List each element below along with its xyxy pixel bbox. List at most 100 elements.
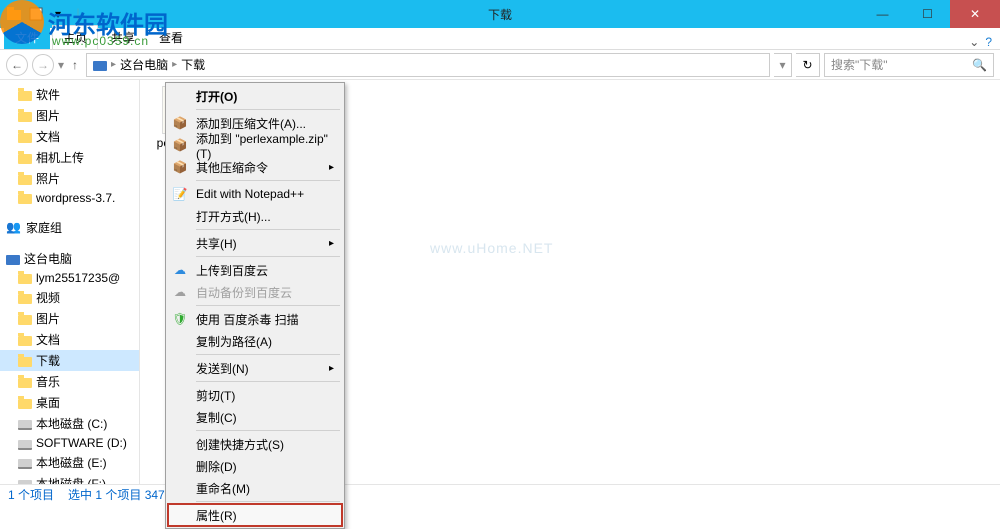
cloud-upload-icon: ☁ <box>172 262 188 278</box>
nav-tree[interactable]: 软件图片文档相机上传照片wordpress-3.7. 👥家庭组 这台电脑 lym… <box>0 80 140 484</box>
folder-icon <box>18 336 32 346</box>
tree-item[interactable]: 桌面 <box>0 392 139 413</box>
homegroup-icon: 👥 <box>6 220 22 236</box>
archive-icon: 📦 <box>172 159 188 175</box>
menu-delete[interactable]: 删除(D) <box>168 455 342 477</box>
tree-item[interactable]: 音乐 <box>0 371 139 392</box>
breadcrumb-pc-icon <box>93 61 107 71</box>
menu-copy[interactable]: 复制(C) <box>168 406 342 428</box>
folder-icon <box>18 294 32 304</box>
tree-item[interactable]: 本地磁盘 (F:) <box>0 473 139 484</box>
nav-recent-icon[interactable]: ▾ <box>58 58 64 72</box>
menu-cut[interactable]: 剪切(T) <box>168 384 342 406</box>
folder-icon <box>18 399 32 409</box>
menu-copy-path[interactable]: 复制为路径(A) <box>168 330 342 352</box>
tree-item[interactable]: 本地磁盘 (E:) <box>0 452 139 473</box>
app-icon <box>6 6 22 22</box>
qat-separator: ｜ <box>72 6 84 23</box>
pc-icon <box>6 255 20 265</box>
tree-item[interactable]: 本地磁盘 (C:) <box>0 413 139 434</box>
cloud-sync-icon: ☁ <box>172 284 188 300</box>
folder-icon <box>18 175 32 185</box>
window-title: 下载 <box>488 6 512 23</box>
tab-share[interactable]: 共享 <box>100 25 146 49</box>
nav-back-button[interactable]: ← <box>6 54 28 76</box>
status-bar: 1 个项目 选中 1 个项目 347 KB <box>0 484 1000 504</box>
tree-item[interactable]: 视频 <box>0 287 139 308</box>
menu-auto-backup: ☁自动备份到百度云 <box>168 281 342 303</box>
search-icon: 🔍 <box>972 58 987 72</box>
context-menu: 打开(O) 📦添加到压缩文件(A)... 📦添加到 "perlexample.z… <box>165 82 345 529</box>
tab-file[interactable]: 文件 <box>4 25 50 49</box>
menu-properties[interactable]: 属性(R) <box>168 504 342 526</box>
breadcrumb-seg-downloads[interactable]: 下载 <box>181 56 205 73</box>
chevron-right-icon: ▸ <box>172 59 177 70</box>
menu-other-compress[interactable]: 📦其他压缩命令▸ <box>168 156 342 178</box>
ribbon-expand-icon[interactable]: ⌄ <box>969 35 979 49</box>
menu-create-shortcut[interactable]: 创建快捷方式(S) <box>168 433 342 455</box>
tree-homegroup[interactable]: 👥家庭组 <box>0 217 139 238</box>
folder-icon <box>18 274 32 284</box>
nav-up-button[interactable]: ↑ <box>68 58 82 72</box>
menu-share[interactable]: 共享(H)▸ <box>168 232 342 254</box>
menu-send-to[interactable]: 发送到(N)▸ <box>168 357 342 379</box>
submenu-arrow-icon: ▸ <box>329 162 334 173</box>
search-input[interactable]: 搜索"下载" 🔍 <box>824 53 994 77</box>
tree-item[interactable]: SOFTWARE (D:) <box>0 434 139 452</box>
submenu-arrow-icon: ▸ <box>329 238 334 249</box>
refresh-button[interactable]: ↻ <box>796 53 820 77</box>
folder-icon <box>18 194 32 204</box>
search-placeholder: 搜索"下载" <box>831 56 888 73</box>
help-icon[interactable]: ? <box>985 35 992 49</box>
archive-icon: 📦 <box>172 137 188 153</box>
folder-icon <box>18 378 32 388</box>
menu-upload-baidu[interactable]: ☁上传到百度云 <box>168 259 342 281</box>
tree-item[interactable]: 文档 <box>0 329 139 350</box>
minimize-button[interactable]: — <box>860 0 905 28</box>
qat-dropdown-icon[interactable]: ▾ <box>50 6 66 22</box>
menu-open-with[interactable]: 打开方式(H)... <box>168 205 342 227</box>
status-item-count: 1 个项目 <box>8 486 54 503</box>
submenu-arrow-icon: ▸ <box>329 363 334 374</box>
tab-home[interactable]: 主页 <box>52 25 98 49</box>
folder-icon <box>18 133 32 143</box>
tree-thispc[interactable]: 这台电脑 <box>0 248 139 269</box>
qat-properties-icon[interactable] <box>28 6 44 22</box>
tree-item[interactable]: 照片 <box>0 168 139 189</box>
menu-edit-notepadpp[interactable]: 📝Edit with Notepad++ <box>168 183 342 205</box>
folder-icon <box>18 112 32 122</box>
tree-item[interactable]: 软件 <box>0 84 139 105</box>
menu-add-zip[interactable]: 📦添加到 "perlexample.zip"(T) <box>168 134 342 156</box>
close-button[interactable]: ✕ <box>950 0 1000 28</box>
ribbon-tabs: 文件 主页 共享 查看 ⌄ ? <box>0 28 1000 50</box>
tree-item[interactable]: wordpress-3.7. <box>0 189 139 207</box>
window-titlebar: ▾ ｜ 下载 — ☐ ✕ <box>0 0 1000 28</box>
chevron-right-icon: ▸ <box>111 59 116 70</box>
tree-item[interactable]: 下载 <box>0 350 139 371</box>
tree-item[interactable]: lym25517235@ <box>0 269 139 287</box>
shield-icon: 🛡 <box>172 311 188 327</box>
folder-icon <box>18 357 32 367</box>
breadcrumb[interactable]: ▸ 这台电脑 ▸ 下载 <box>86 53 770 77</box>
tab-view[interactable]: 查看 <box>148 25 194 49</box>
drive-icon <box>18 440 32 450</box>
menu-open[interactable]: 打开(O) <box>168 85 342 107</box>
tree-item[interactable]: 相机上传 <box>0 147 139 168</box>
menu-rename[interactable]: 重命名(M) <box>168 477 342 499</box>
watermark-center: www.uHome.NET <box>430 240 553 256</box>
folder-icon <box>18 91 32 101</box>
drive-icon <box>18 480 32 484</box>
drive-icon <box>18 420 32 430</box>
breadcrumb-seg-thispc[interactable]: 这台电脑 <box>120 56 168 73</box>
archive-icon: 📦 <box>172 115 188 131</box>
maximize-button[interactable]: ☐ <box>905 0 950 28</box>
menu-baidu-scan[interactable]: 🛡使用 百度杀毒 扫描 <box>168 308 342 330</box>
tree-item[interactable]: 文档 <box>0 126 139 147</box>
tree-item[interactable]: 图片 <box>0 308 139 329</box>
breadcrumb-dropdown-icon[interactable]: ▾ <box>774 53 792 77</box>
folder-icon <box>18 154 32 164</box>
notepadpp-icon: 📝 <box>172 186 188 202</box>
address-bar: ← → ▾ ↑ ▸ 这台电脑 ▸ 下载 ▾ ↻ 搜索"下载" 🔍 <box>0 50 1000 80</box>
nav-forward-button[interactable]: → <box>32 54 54 76</box>
tree-item[interactable]: 图片 <box>0 105 139 126</box>
